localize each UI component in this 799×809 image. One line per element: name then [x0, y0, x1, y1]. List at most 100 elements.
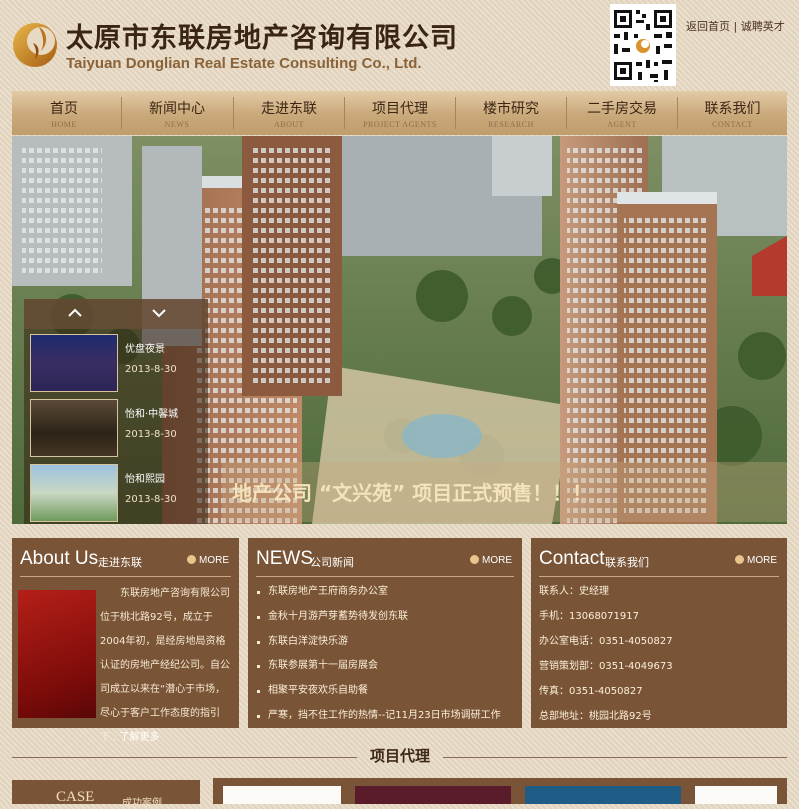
projects-section-title: 项目代理 — [0, 740, 799, 770]
contact-fax: 传真：0351-4050827 — [539, 686, 643, 697]
news-more-link[interactable]: MORE — [470, 555, 512, 566]
header: 太原市东联房地产咨询有限公司 Taiyuan Donglian Real Est… — [0, 0, 799, 88]
news-box-header: NEWS 公司新闻 MORE — [256, 546, 514, 577]
home-link[interactable]: 返回首页 — [686, 20, 730, 33]
nav-label-cn: 楼市研究 — [483, 101, 539, 117]
news-title-en: NEWS — [256, 548, 313, 569]
nav-label-cn: 二手房交易 — [587, 101, 657, 117]
news-item[interactable]: 严寒，挡不住工作的热情--记11月23日市场调研工作 — [256, 706, 514, 731]
chevron-down-icon[interactable] — [150, 305, 168, 321]
nav-label-en: AGENT — [607, 120, 637, 129]
nav-label-en: NEWS — [164, 120, 190, 129]
nav-item-home[interactable]: 首页 HOME — [12, 91, 116, 135]
link-separator: | — [733, 20, 738, 33]
banner-thumb-title: 优盘夜景 — [125, 344, 165, 355]
contact-marketing-phone: 营销策划部：0351-4049673 — [539, 661, 673, 672]
arrow-bullet-icon — [470, 555, 479, 564]
about-box-header: About Us 走进东联 MORE — [20, 546, 231, 577]
banner-thumbnail-panel: 优盘夜景 2013-8-30 怡和·中馨城 2013-8-30 怡和熙园 201… — [24, 299, 208, 524]
banner-thumb-item[interactable]: 优盘夜景 2013-8-30 — [30, 334, 204, 394]
banner-thumb-image — [30, 399, 118, 457]
nav-label-en: CONTACT — [712, 120, 753, 129]
company-logo-icon[interactable] — [11, 13, 59, 75]
more-label: MORE — [482, 555, 512, 566]
banner-thumb-image — [30, 464, 118, 522]
projects-title: 项目代理 — [369, 747, 430, 765]
nav-label-cn: 联系我们 — [704, 101, 761, 117]
banner-caption-text: 地产公司 “文兴苑” 项目正式预售！！！ — [232, 481, 593, 505]
banner-thumb-item[interactable]: 怡和·中馨城 2013-8-30 — [30, 399, 204, 459]
about-brochure-image — [18, 590, 96, 718]
banner-thumb-date: 2013-8-30 — [125, 494, 177, 505]
nav-label-cn: 项目代理 — [372, 101, 428, 117]
banner-thumb-date: 2013-8-30 — [125, 429, 177, 440]
banner-thumb-image — [30, 334, 118, 392]
nav-item-projects[interactable]: 项目代理 PROJECT AGENTS — [345, 91, 455, 135]
company-name-cn: 太原市东联房地产咨询有限公司 — [66, 23, 458, 54]
contact-address: 总部地址：桃园北路92号 — [539, 711, 652, 722]
project-thumb[interactable] — [525, 786, 681, 804]
project-thumb[interactable] — [695, 786, 777, 804]
news-list: 东联房地产王府商务办公室 金秋十月游芦芽蓄势待发创东联 东联白洋淀快乐游 东联参… — [256, 582, 514, 731]
case-title-cn: 成功案例 — [122, 798, 162, 809]
contact-list: 联系人：史经理 手机：13068071917 办公室电话：0351-405082… — [539, 582, 779, 732]
arrow-bullet-icon — [735, 555, 744, 564]
main-nav: 首页 HOME 新闻中心 NEWS 走进东联 ABOUT 项目代理 PROJEC… — [12, 91, 787, 135]
more-label: MORE — [747, 555, 777, 566]
case-title-en: CASE — [56, 789, 95, 805]
about-title-cn: 走进东联 — [98, 556, 142, 569]
contact-office-phone: 办公室电话：0351-4050827 — [539, 636, 673, 647]
contact-title-en: Contact — [539, 548, 605, 569]
banner-thumb-title: 怡和熙园 — [125, 474, 165, 485]
section-divider — [12, 757, 357, 758]
nav-item-news[interactable]: 新闻中心 NEWS — [122, 91, 232, 135]
company-name-en: Taiyuan Donglian Real Estate Consulting … — [66, 55, 422, 72]
about-box: About Us 走进东联 MORE 东联房地产咨询有限公司位于桃北路92号，成… — [12, 538, 239, 743]
news-item[interactable]: 东联白洋淀快乐游 — [256, 632, 514, 657]
qr-code-icon — [610, 4, 676, 86]
news-item[interactable]: 金秋十月游芦芽蓄势待发创东联 — [256, 607, 514, 632]
contact-mobile: 手机：13068071917 — [539, 611, 639, 622]
about-description: 东联房地产咨询有限公司位于桃北路92号，成立于2004年初，是经房地局资格认证的… — [100, 582, 234, 750]
thumbnail-arrows — [24, 299, 208, 329]
banner-thumb-title: 怡和·中馨城 — [125, 409, 179, 420]
case-box[interactable]: CASE 成功案例 — [12, 780, 200, 809]
banner-caption: 地产公司 “文兴苑” 项目正式预售！！！ — [222, 462, 787, 522]
news-item[interactable]: 东联参展第十一届房展会 — [256, 656, 514, 681]
nav-item-second-hand[interactable]: 二手房交易 AGENT — [567, 91, 677, 135]
more-label: MORE — [199, 555, 229, 566]
nav-label-en: PROJECT AGENTS — [363, 120, 437, 129]
contact-more-link[interactable]: MORE — [735, 555, 777, 566]
section-divider — [443, 757, 787, 758]
banner-thumb-date: 2013-8-30 — [125, 364, 177, 375]
contact-box-header: Contact 联系我们 MORE — [539, 546, 779, 577]
news-item[interactable]: 东联房地产王府商务办公室 — [256, 582, 514, 607]
top-links: 返回首页 | 诚聘英才 — [686, 18, 785, 34]
chevron-up-icon[interactable] — [66, 305, 84, 321]
jobs-link[interactable]: 诚聘英才 — [741, 20, 785, 33]
news-title-cn: 公司新闻 — [310, 556, 354, 569]
about-text: 东联房地产咨询有限公司位于桃北路92号，成立于2004年初，是经房地局资格认证的… — [100, 588, 230, 743]
news-item[interactable]: 相聚平安夜欢乐自助餐 — [256, 681, 514, 706]
banner-thumb-item[interactable]: 怡和熙园 2013-8-30 — [30, 464, 204, 524]
nav-label-cn: 首页 — [50, 101, 78, 117]
nav-label-cn: 新闻中心 — [149, 101, 205, 117]
about-more-link[interactable]: MORE — [187, 555, 229, 566]
nav-label-en: ABOUT — [273, 120, 305, 129]
arrow-bullet-icon — [187, 555, 196, 564]
contact-person: 联系人：史经理 — [539, 586, 609, 597]
nav-item-about[interactable]: 走进东联 ABOUT — [234, 91, 344, 135]
project-strip — [213, 778, 787, 804]
news-box: NEWS 公司新闻 MORE 东联房地产王府商务办公室 金秋十月游芦芽蓄势待发创… — [248, 538, 522, 728]
nav-label-cn: 走进东联 — [261, 101, 317, 117]
nav-label-en: HOME — [51, 120, 77, 129]
about-title-en: About Us — [20, 548, 99, 569]
project-thumb[interactable] — [223, 786, 341, 804]
contact-title-cn: 联系我们 — [605, 556, 649, 569]
hero-banner[interactable]: 地产公司 “文兴苑” 项目正式预售！！！ 优盘夜景 2013-8-30 怡和·中… — [12, 136, 787, 524]
nav-item-contact[interactable]: 联系我们 CONTACT — [678, 91, 787, 135]
contact-box: Contact 联系我们 MORE 联系人：史经理 手机：13068071917… — [531, 538, 787, 728]
project-thumb[interactable] — [355, 786, 511, 804]
nav-label-en: RESEARCH — [488, 120, 534, 129]
nav-item-research[interactable]: 楼市研究 RESEARCH — [456, 91, 566, 135]
